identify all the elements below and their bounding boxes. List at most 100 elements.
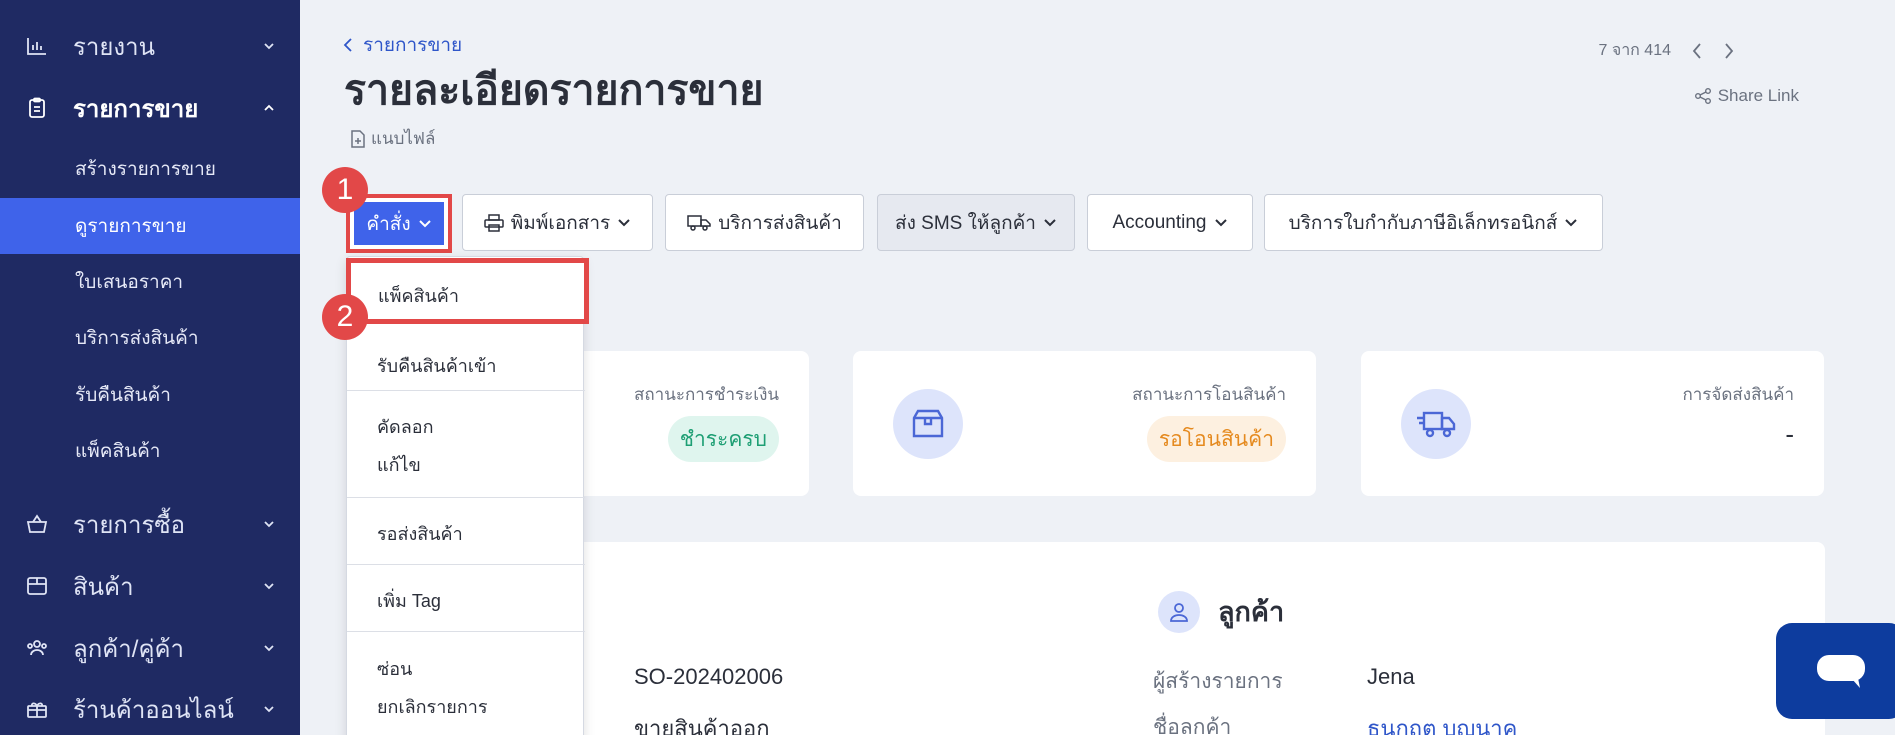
sidebar-item-purchases[interactable]: รายการซื้อ xyxy=(0,496,300,552)
delivery-truck-icon xyxy=(1401,389,1471,459)
payment-status-badge: ชำระครบ xyxy=(667,416,779,462)
sidebar-item-label: รายงาน xyxy=(73,33,156,61)
menu-item-cancel[interactable]: ยกเลิกรายการ xyxy=(377,692,488,721)
bar-chart-icon xyxy=(27,38,46,55)
menu-divider xyxy=(347,497,585,498)
page-title: รายละเอียดรายการขาย xyxy=(344,67,764,113)
customer-heading-label: ลูกค้า xyxy=(1218,597,1285,627)
pager-label: 7 จาก 414 xyxy=(1598,42,1671,59)
step-marker-1: 1 xyxy=(322,167,368,213)
chevron-left-icon[interactable] xyxy=(1691,42,1703,60)
transfer-status-card: สถานะการโอนสินค้า รอโอนสินค้า xyxy=(853,351,1316,496)
menu-divider xyxy=(347,390,585,391)
share-link-button[interactable]: Share Link xyxy=(1694,86,1799,106)
chevron-down-icon xyxy=(264,43,274,50)
box-icon xyxy=(27,577,47,595)
file-plus-icon xyxy=(351,129,365,148)
menu-item-await-shipping[interactable]: รอส่งสินค้า xyxy=(377,519,463,548)
payment-status-title: สถานะการชำระเงิน xyxy=(633,385,779,404)
printer-icon xyxy=(484,213,504,232)
basket-icon xyxy=(26,514,48,533)
sidebar-item-reports[interactable]: รายงาน xyxy=(0,18,300,74)
shipping-service-label: บริการส่งสินค้า xyxy=(718,212,842,234)
chevron-right-icon[interactable] xyxy=(1723,42,1735,60)
sidebar-subitem-quotation[interactable]: ใบเสนอราคา xyxy=(0,254,300,310)
menu-item-add-tag[interactable]: เพิ่ม Tag xyxy=(377,586,441,615)
sidebar-subitem-view-sales[interactable]: ดูรายการขาย xyxy=(0,198,300,254)
creator-value: Jena xyxy=(1367,664,1415,689)
truck-icon xyxy=(687,214,711,231)
print-documents-label: พิมพ์เอกสาร xyxy=(510,212,611,234)
chevron-down-icon xyxy=(1044,218,1056,226)
sidebar-subitem-returns[interactable]: รับคืนสินค้า xyxy=(0,367,300,423)
sidebar-subitem-label: บริการส่งสินค้า xyxy=(75,328,199,349)
sidebar-item-label: รายการขาย xyxy=(73,95,199,123)
menu-item-copy[interactable]: คัดลอก xyxy=(377,412,433,441)
attach-file-link[interactable]: แนบไฟล์ xyxy=(351,125,435,152)
pager: 7 จาก 414 xyxy=(1598,38,1735,63)
menu-item-pack[interactable]: แพ็คสินค้า xyxy=(378,281,459,310)
sidebar-item-label: รายการซื้อ xyxy=(73,511,186,539)
etax-service-label: บริการใบกำกับภาษีอิเล็กทรอนิกส์ xyxy=(1288,212,1558,234)
shipping-service-button[interactable]: บริการส่งสินค้า xyxy=(665,194,864,251)
sidebar-subitem-shipping[interactable]: บริการส่งสินค้า xyxy=(0,310,300,366)
pack-item-highlight: แพ็คสินค้า xyxy=(346,258,589,324)
command-button-label: คำสั่ง xyxy=(366,213,411,235)
sidebar-item-label: สินค้า xyxy=(73,573,134,601)
menu-divider xyxy=(347,631,585,632)
chevron-down-icon xyxy=(264,521,274,528)
chevron-up-icon xyxy=(264,104,274,111)
share-icon xyxy=(1694,88,1711,104)
gift-icon xyxy=(27,702,47,718)
menu-item-hide[interactable]: ซ่อน xyxy=(377,654,412,683)
accounting-button[interactable]: Accounting xyxy=(1087,194,1253,251)
sidebar-subitem-label: รับคืนสินค้า xyxy=(75,385,171,406)
user-icon xyxy=(1158,590,1200,633)
accounting-label: Accounting xyxy=(1112,211,1207,233)
share-link-label: Share Link xyxy=(1717,86,1799,105)
sidebar-subitem-label: แพ็คสินค้า xyxy=(75,441,161,462)
chat-button[interactable] xyxy=(1776,623,1895,719)
send-sms-button[interactable]: ส่ง SMS ให้ลูกค้า xyxy=(877,194,1075,251)
chevron-down-icon xyxy=(264,583,274,590)
transfer-status-title: สถานะการโอนสินค้า xyxy=(1132,385,1286,404)
sidebar-item-online-store[interactable]: ร้านค้าออนไลน์ xyxy=(0,681,300,735)
delivery-value: - xyxy=(1785,419,1794,449)
customer-name-link[interactable]: ธนกฤต บุญนาค xyxy=(1367,711,1517,735)
chat-bubble-icon xyxy=(1816,655,1865,688)
chevron-down-icon xyxy=(1565,218,1578,226)
delivery-title: การจัดส่งสินค้า xyxy=(1682,385,1794,404)
chevron-down-icon xyxy=(264,645,274,652)
command-button[interactable]: คำสั่ง xyxy=(354,202,444,245)
breadcrumb[interactable]: รายการขาย xyxy=(343,30,462,60)
print-documents-button[interactable]: พิมพ์เอกสาร xyxy=(462,194,653,251)
sidebar-subitem-packing[interactable]: แพ็คสินค้า xyxy=(0,423,300,479)
delivery-card: การจัดส่งสินค้า - xyxy=(1361,351,1824,496)
breadcrumb-label: รายการขาย xyxy=(363,35,463,56)
send-sms-label: ส่ง SMS ให้ลูกค้า xyxy=(895,212,1036,234)
customer-name-label: ชื่อลูกค้า xyxy=(1153,716,1232,735)
transfer-status-badge: รอโอนสินค้า xyxy=(1146,416,1286,462)
creator-label: ผู้สร้างรายการ xyxy=(1153,670,1283,693)
sidebar-subitem-create-sale[interactable]: สร้างรายการขาย xyxy=(0,141,300,197)
sidebar-item-sales[interactable]: รายการขาย xyxy=(0,80,300,136)
sidebar-item-products[interactable]: สินค้า xyxy=(0,558,300,614)
package-icon xyxy=(893,389,963,459)
menu-item-edit[interactable]: แก้ไข xyxy=(377,450,421,479)
sidebar-subitem-label: ดูรายการขาย xyxy=(75,216,187,237)
menu-item-receive-return[interactable]: รับคืนสินค้าเข้า xyxy=(377,351,496,380)
sidebar: รายงาน รายการขาย สร้างรายการขาย ดูรายการ… xyxy=(0,0,300,735)
chevron-down-icon xyxy=(618,218,630,226)
command-dropdown-menu: รับคืนสินค้าเข้า คัดลอก แก้ไข รอส่งสินค้… xyxy=(346,256,585,735)
sidebar-item-label: ร้านค้าออนไลน์ xyxy=(73,696,234,724)
sidebar-subitem-label: สร้างรายการขาย xyxy=(75,159,216,180)
menu-divider xyxy=(347,564,585,565)
chevron-down-icon xyxy=(418,219,431,227)
users-icon xyxy=(27,640,47,656)
document-type: ขายสินค้าออก xyxy=(634,716,770,735)
chevron-left-icon xyxy=(343,38,352,52)
sidebar-item-contacts[interactable]: ลูกค้า/คู่ค้า xyxy=(0,620,300,676)
etax-service-button[interactable]: บริการใบกำกับภาษีอิเล็กทรอนิกส์ xyxy=(1264,194,1603,251)
attach-file-label: แนบไฟล์ xyxy=(371,129,436,148)
sidebar-subitem-label: ใบเสนอราคา xyxy=(75,272,184,293)
